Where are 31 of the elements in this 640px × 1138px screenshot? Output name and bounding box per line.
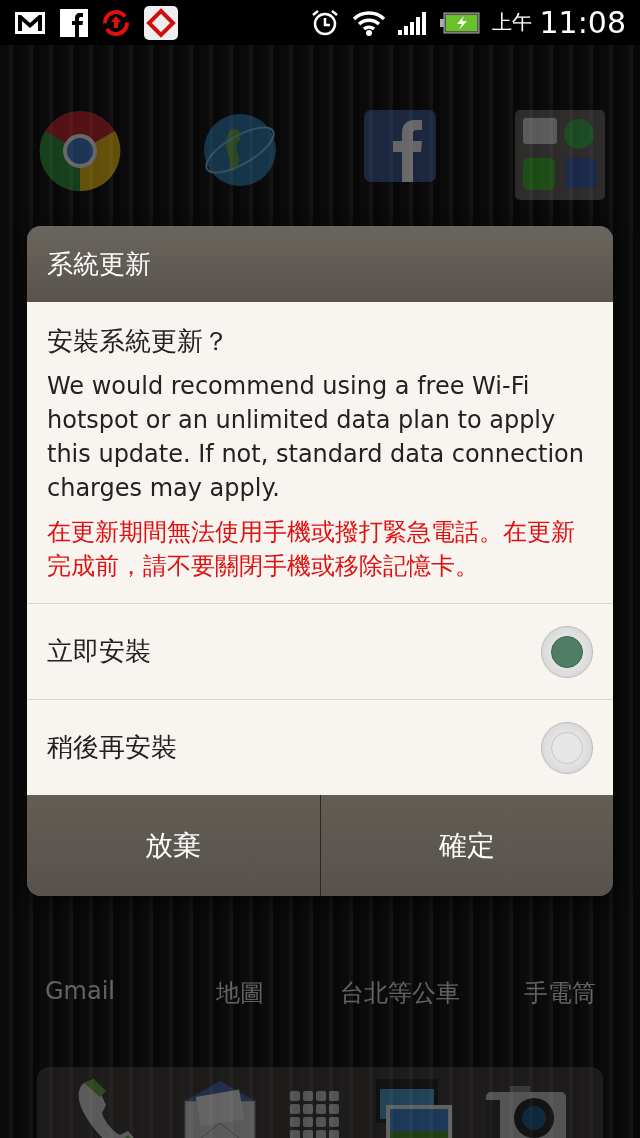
radio-button[interactable] [541,721,593,774]
option-label: 稍後再安裝 [47,731,177,764]
mail-icon [14,10,46,35]
app-label: 手電筒 [524,978,596,1009]
app-folder-icon[interactable] [515,110,605,200]
signal-icon [397,10,428,35]
option-row[interactable]: 立即安裝 [27,603,613,699]
app-label: 台北等公車 [340,978,460,1009]
app-label: 地圖 [216,978,264,1009]
wifi-icon [351,9,386,36]
dialog-button[interactable]: 放棄 [27,795,320,896]
dialog-title: 系統更新 [27,226,613,302]
app-grid-icon[interactable] [290,1091,342,1138]
app-icon [144,5,178,40]
radio-button[interactable] [541,625,593,678]
facebook-icon [60,8,88,37]
question-text: 安裝系統更新？ [47,325,230,358]
envelope-icon[interactable] [184,1081,256,1138]
facebook-icon[interactable] [364,110,436,182]
battery-icon [439,11,480,34]
warning-text: 在更新期間無法使用手機或撥打緊急電話。在更新完成前，請不要關閉手機或移除記憶卡。 [47,517,576,582]
app-label: Gmail [45,977,115,1007]
option-label: 立即安裝 [47,635,151,668]
gallery-icon[interactable] [376,1079,452,1138]
chrome-icon[interactable] [39,110,121,192]
dialog-button[interactable]: 確定 [319,795,613,896]
camera-icon[interactable] [486,1086,566,1138]
time-period: 上午 [491,9,532,36]
message-text: We would recommend using a free Wi-Fi hotspot or an unlimited data plan to apply this update. If not, standard data connection charges may apply. [47,371,585,504]
clock-time: 11:08 [539,5,626,40]
sync-icon [102,8,130,37]
